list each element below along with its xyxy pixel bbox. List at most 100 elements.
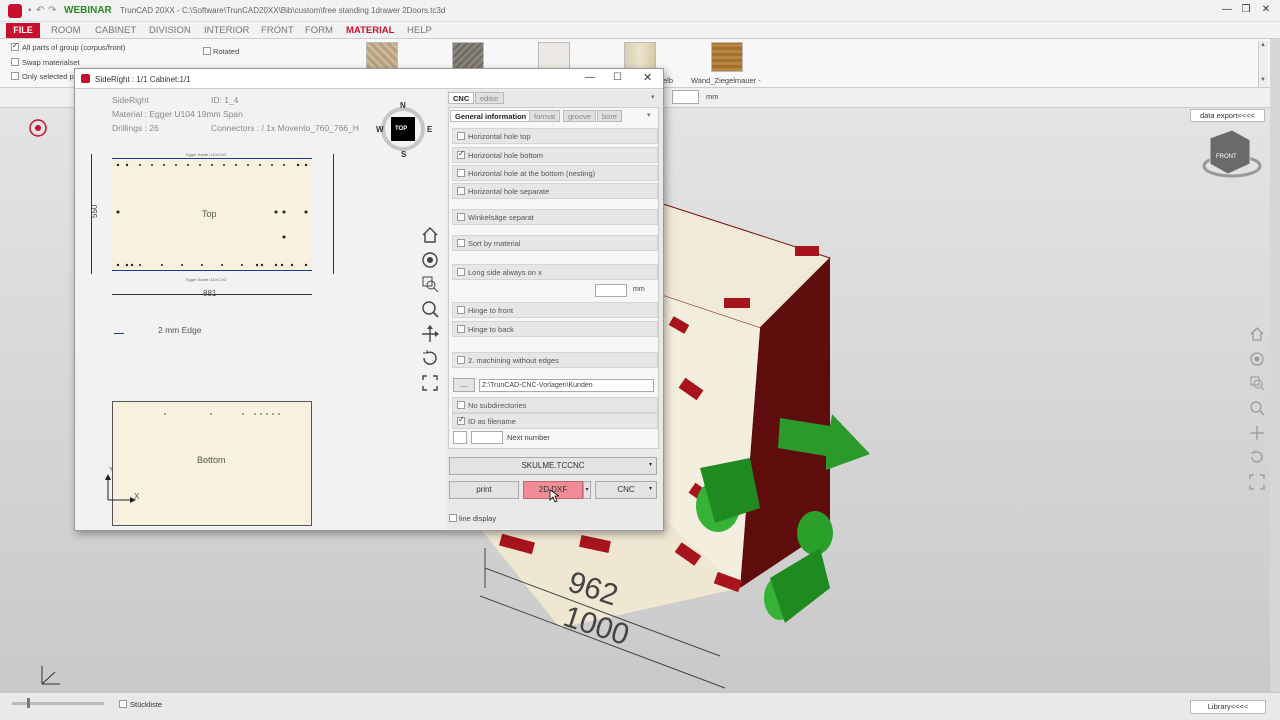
view-cube[interactable]: FRONT [1202,129,1262,178]
zoom-icon[interactable] [1249,400,1265,416]
rotated-checkbox[interactable] [203,47,211,55]
dialog-orbit-icon[interactable] [421,251,439,269]
dialog-fullscreen-icon[interactable] [421,374,439,392]
menu-file[interactable]: FILE [6,23,40,38]
browse-path-button[interactable]: ... [453,378,475,392]
orbit-icon[interactable] [1249,351,1265,367]
opt-checkbox[interactable] [457,132,465,140]
ribbon-scrollbar[interactable]: ▲ ▼ [1258,41,1268,87]
opt-hinge-to-back[interactable]: Hinge to back [452,321,658,337]
output-path-input[interactable]: Z:\TrunCAD-CNC-Vorlagen\Kunden [479,379,654,392]
zoom-window-icon[interactable] [1249,375,1265,391]
data-export-button[interactable]: data export<<<< [1190,109,1265,122]
opt-checkbox[interactable] [457,401,465,409]
close-window-button[interactable]: ✕ [1258,4,1274,15]
material-swatch-5[interactable] [711,42,743,72]
line-display-checkbox[interactable] [449,514,457,522]
zoom-slider-thumb[interactable] [27,698,30,708]
pan-icon[interactable] [1249,425,1265,441]
save-icon[interactable]: ▪ [28,5,32,16]
cnc-settings-box: General information format groove bore ▾… [448,107,659,449]
dialog-pan-icon[interactable] [421,325,439,343]
opt-checkbox[interactable] [457,268,465,276]
opt-horizontal-hole-bottom[interactable]: Horizontal hole bottom [452,147,658,163]
all-parts-checkbox[interactable] [11,41,19,51]
mouse-cursor-icon [549,489,559,503]
opt-sort-by-material[interactable]: Sort by material [452,235,658,251]
opt-checkbox[interactable] [457,325,465,333]
cnc-dropdown-icon[interactable]: ▾ [649,485,652,492]
long-side-mm-input[interactable] [595,284,627,297]
menu-cabinet[interactable]: CABINET [95,25,136,36]
fullscreen-icon[interactable] [1249,474,1265,490]
swap-materialset-checkbox[interactable] [11,58,19,66]
postprocessor-dropdown-icon[interactable]: ▾ [649,461,652,468]
opt-id-as-filename[interactable]: ID as filename [452,413,658,429]
opt-horizontal-hole-top[interactable]: Horizontal hole top [452,128,658,144]
stueckliste-checkbox[interactable] [119,700,127,708]
menu-form[interactable]: FORM [305,25,333,36]
maximize-button[interactable]: ❐ [1238,4,1254,15]
cnc-panel: CNC editor ▾ General information format … [447,90,663,529]
menu-material[interactable]: MATERIAL [346,25,394,36]
compass-s: S [401,150,407,159]
opt-checkbox[interactable] [457,306,465,314]
cnc-export-button[interactable]: CNC [595,481,657,499]
opt-no-subdirectories[interactable]: No subdirectories [452,397,658,413]
rotate-icon[interactable] [1249,449,1265,465]
opt-horizontal-hole-nesting[interactable]: Horizontal hole at the bottom (nesting) [452,165,658,181]
subtab-general[interactable]: General information [450,110,532,122]
dialog-zoom-icon[interactable] [421,300,439,318]
opt-checkbox[interactable] [457,149,465,159]
minimize-button[interactable]: — [1219,4,1235,15]
subtab-bore[interactable]: bore [597,110,623,122]
opt-horizontal-hole-separate[interactable]: Horizontal hole separate [452,183,658,199]
next-number-checkbox-field[interactable] [453,431,467,444]
menu-front[interactable]: FRONT [261,25,294,36]
opt-long-side-x[interactable]: Long side always on x [452,264,658,280]
dxf-dropdown-button[interactable]: ▾ [583,481,591,499]
dialog-home-icon[interactable] [421,226,439,244]
tab-editor[interactable]: editor [475,92,504,104]
opt-label: Hinge to back [468,325,514,334]
print-button[interactable]: print [449,481,519,499]
subtab-dropdown-icon[interactable]: ▾ [647,111,651,119]
opt-checkbox[interactable] [457,239,465,247]
dialog-minimize-button[interactable]: — [585,72,595,83]
home-icon[interactable] [1249,326,1265,342]
zoom-slider[interactable] [12,702,104,705]
swatch-label-ziegel: Wand_Ziegelmauer - [691,76,761,85]
library-button[interactable]: Library<<<< [1190,700,1266,714]
opt-checkbox[interactable] [457,169,465,177]
next-number-input[interactable] [471,431,503,444]
opt-checkbox[interactable] [457,415,465,425]
menu-division[interactable]: DIVISION [149,25,191,36]
top-board[interactable]: Top [112,158,312,271]
menu-interior[interactable]: INTERIOR [204,25,249,36]
subtab-format[interactable]: format [529,110,561,122]
opt-checkbox[interactable] [457,187,465,195]
visibility-eye-icon[interactable] [29,119,47,137]
dialog-zoom-window-icon[interactable] [421,275,439,293]
subtab-groove[interactable]: groove [563,110,596,122]
dialog-titlebar[interactable]: SideRight : 1/1 Cabinet:1/1 — ☐ ✕ [75,69,663,89]
size-input[interactable] [672,90,699,104]
tab-cnc[interactable]: CNC [448,92,475,104]
postprocessor-select[interactable]: SKULME.TCCNC [449,457,657,475]
dialog-maximize-button[interactable]: ☐ [613,72,622,83]
opt-winkelsaege-separat[interactable]: Winkelsäge separat [452,209,658,225]
app-logo-icon[interactable] [8,4,22,18]
cnc-tabs-dropdown-icon[interactable]: ▾ [651,93,655,101]
dialog-rotate-icon[interactable] [421,349,439,367]
menu-help[interactable]: HELP [407,25,432,36]
opt-hinge-to-front[interactable]: Hinge to front [452,302,658,318]
opt-checkbox[interactable] [457,356,465,364]
undo-icon[interactable]: ↶ [36,5,44,16]
menu-room[interactable]: ROOM [51,25,81,36]
dialog-close-button[interactable]: ✕ [643,71,652,84]
redo-icon[interactable]: ↷ [48,5,56,16]
opt-checkbox[interactable] [457,213,465,221]
compass-widget[interactable]: TOP N S W E [376,101,432,159]
only-selected-checkbox[interactable] [11,72,19,80]
opt-machining-without-edges[interactable]: 2. machining without edges [452,352,658,368]
